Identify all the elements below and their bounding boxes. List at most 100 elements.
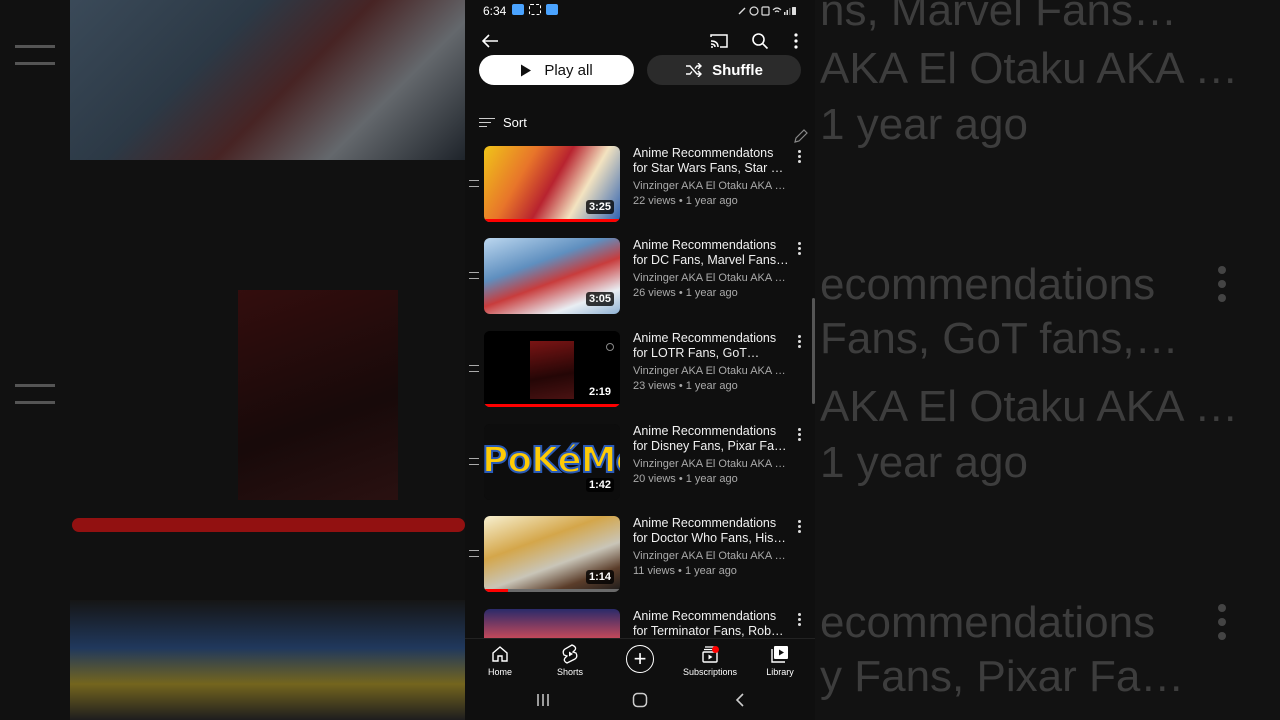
- drag-handle-icon[interactable]: [469, 365, 479, 372]
- background-progress-bar: [72, 518, 465, 532]
- drag-handle-icon[interactable]: [469, 180, 479, 187]
- background-text: ecommendations: [820, 260, 1156, 309]
- channel-watermark-icon: [606, 343, 614, 351]
- thumbnail-logo-text: PoKéMoN: [484, 439, 620, 482]
- playlist-actions: Play all Shuffle: [479, 55, 801, 87]
- background-text: 1 year ago: [820, 100, 1028, 149]
- shuffle-button[interactable]: Shuffle: [647, 55, 801, 85]
- video-thumbnail[interactable]: 3:05: [484, 238, 620, 314]
- nav-home[interactable]: Home: [465, 643, 535, 677]
- background-text: ns, Marvel Fans…: [820, 0, 1177, 35]
- notification-dot: [712, 646, 719, 653]
- video-stats: 22 views • 1 year ago: [633, 195, 738, 207]
- channel-name: Vinzinger AKA El Otaku AKA …: [633, 272, 786, 284]
- background-more-icon: [1218, 604, 1226, 644]
- video-meta: Anime Recommendations for Terminator Fan…: [633, 609, 789, 639]
- background-drag-handle: [15, 384, 55, 404]
- channel-name: Vinzinger AKA El Otaku AKA …: [633, 180, 786, 192]
- shorts-icon: [562, 644, 578, 664]
- home-system-button[interactable]: [632, 692, 648, 713]
- play-all-label: Play all: [544, 61, 593, 79]
- video-thumbnail[interactable]: PoKéMoN 1:42: [484, 424, 620, 500]
- library-icon: [771, 646, 788, 663]
- video-thumbnail[interactable]: 3:25: [484, 146, 620, 222]
- video-row[interactable]: 3:25 Anime Recommendatons for Star Wars …: [465, 146, 815, 238]
- sort-label: Sort: [503, 114, 527, 130]
- video-title[interactable]: Anime Recommendations for LOTR Fans, GoT…: [633, 331, 789, 361]
- video-title[interactable]: Anime Recommendations for DC Fans, Marve…: [633, 238, 789, 268]
- signal-battery-icon: [738, 6, 796, 16]
- video-stats: 20 views • 1 year ago: [633, 473, 738, 485]
- background-thumbnail-art: [70, 600, 465, 720]
- cast-button[interactable]: [708, 30, 730, 52]
- pencil-icon: [794, 129, 808, 143]
- system-status-icons: [737, 5, 797, 16]
- video-more-button[interactable]: [798, 520, 802, 534]
- background-thumbnail-art: [70, 0, 465, 160]
- video-title[interactable]: Anime Recommendations for Doctor Who Fan…: [633, 516, 789, 546]
- status-bar: 6:34: [465, 0, 815, 22]
- search-icon: [752, 33, 769, 50]
- sort-button[interactable]: Sort: [479, 112, 527, 132]
- video-title[interactable]: Anime Recommendations for Disney Fans, P…: [633, 424, 789, 454]
- nav-shorts[interactable]: Shorts: [535, 643, 605, 677]
- watch-progress-bar: [484, 404, 620, 407]
- cast-icon: [710, 34, 728, 48]
- video-thumbnail[interactable]: 2:19: [484, 331, 620, 407]
- video-more-button[interactable]: [798, 428, 802, 442]
- background-more-icon: [1218, 266, 1226, 306]
- home-system-icon: [632, 692, 648, 708]
- play-all-button[interactable]: Play all: [479, 55, 634, 85]
- duration-badge: 1:42: [585, 478, 614, 492]
- recents-icon: [537, 694, 549, 706]
- app-bar: [465, 26, 815, 56]
- notification-icons: [512, 4, 558, 15]
- edit-playlist-button[interactable]: [793, 128, 809, 144]
- video-more-button[interactable]: [798, 242, 802, 256]
- more-options-button[interactable]: [786, 30, 806, 52]
- video-thumbnail[interactable]: 1:14: [484, 516, 620, 592]
- screenshot-notification-icon: [529, 4, 541, 15]
- video-more-button[interactable]: [798, 335, 802, 349]
- channel-name: Vinzinger AKA El Otaku AKA …: [633, 458, 786, 470]
- recents-button[interactable]: [535, 692, 551, 713]
- duration-badge: 3:05: [585, 292, 614, 306]
- video-stats: 26 views • 1 year ago: [633, 287, 738, 299]
- system-navigation-bar: [465, 682, 815, 720]
- nav-library[interactable]: Library: [745, 643, 815, 677]
- back-button[interactable]: [479, 30, 501, 52]
- video-row[interactable]: 2:19 Anime Recommendations for LOTR Fans…: [465, 331, 815, 423]
- video-row[interactable]: PoKéMoN 1:42 Anime Recommendations for D…: [465, 424, 815, 516]
- video-more-button[interactable]: [798, 150, 802, 164]
- bottom-navigation: Home Shorts + Subscriptions Library: [465, 638, 815, 682]
- background-text: ecommendations: [820, 598, 1156, 647]
- video-meta: Anime Recommendations for Doctor Who Fan…: [633, 516, 789, 579]
- video-meta: Anime Recommendatons for Star Wars Fans,…: [633, 146, 789, 209]
- video-row[interactable]: 1:14 Anime Recommendations for Doctor Wh…: [465, 516, 815, 608]
- duration-badge: 1:14: [585, 570, 614, 584]
- plus-icon: +: [633, 646, 647, 671]
- more-vert-icon: [794, 33, 798, 49]
- drag-handle-icon[interactable]: [469, 458, 479, 465]
- nav-subscriptions[interactable]: Subscriptions: [675, 643, 745, 677]
- background-text: y Fans, Pixar Fa…: [820, 652, 1185, 701]
- shuffle-label: Shuffle: [712, 61, 763, 79]
- video-meta: Anime Recommendations for DC Fans, Marve…: [633, 238, 789, 301]
- background-text: 1 year ago: [820, 438, 1028, 487]
- sort-icon: [479, 115, 497, 130]
- search-button[interactable]: [749, 30, 771, 52]
- create-button[interactable]: +: [626, 645, 654, 673]
- drag-handle-icon[interactable]: [469, 272, 479, 279]
- gallery-notification-icon: [512, 4, 524, 15]
- drag-handle-icon[interactable]: [469, 550, 479, 557]
- back-system-button[interactable]: [733, 692, 749, 713]
- video-title[interactable]: Anime Recommendations for Terminator Fan…: [633, 609, 789, 639]
- gallery-notification-icon: [546, 4, 558, 15]
- nav-library-label: Library: [766, 667, 794, 677]
- video-row[interactable]: 3:05 Anime Recommendations for DC Fans, …: [465, 238, 815, 330]
- nav-shorts-label: Shorts: [556, 667, 583, 677]
- video-title[interactable]: Anime Recommendatons for Star Wars Fans,…: [633, 146, 789, 176]
- video-more-button[interactable]: [798, 613, 802, 627]
- home-icon: [492, 646, 508, 662]
- nav-home-label: Home: [487, 667, 512, 677]
